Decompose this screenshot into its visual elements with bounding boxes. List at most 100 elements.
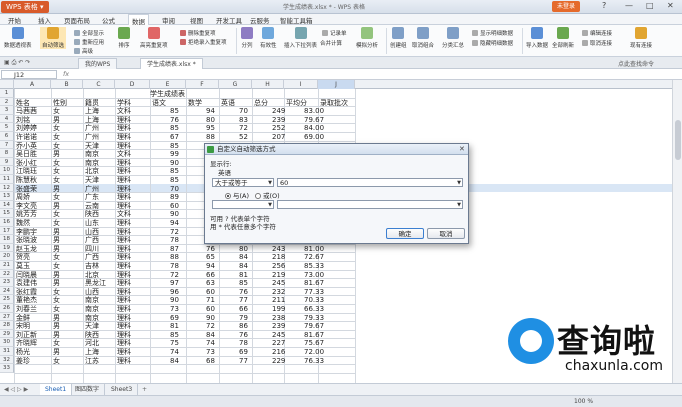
table-cell[interactable]: 85 xyxy=(170,142,179,150)
table-cell[interactable]: 理科 xyxy=(117,331,131,339)
column-header[interactable]: A xyxy=(14,80,51,89)
table-cell[interactable]: 女 xyxy=(53,133,60,141)
text-to-columns-button[interactable]: 分列 xyxy=(241,27,253,49)
table-cell[interactable]: 227 xyxy=(272,339,285,347)
table-cell[interactable]: 理科 xyxy=(117,253,131,261)
group-button[interactable]: 创建组 xyxy=(390,27,407,49)
row-header[interactable]: 32 xyxy=(0,355,14,365)
table-cell[interactable]: 85.33 xyxy=(304,262,324,270)
table-cell[interactable]: 理科 xyxy=(117,357,131,365)
row-header[interactable]: 7 xyxy=(0,140,14,150)
table-cell[interactable]: 76 xyxy=(206,245,215,253)
table-cell[interactable]: 理科 xyxy=(117,314,131,322)
reject-duplicates-button[interactable]: 拒绝录入重复项 xyxy=(180,38,227,46)
pivot-table-button[interactable]: 数据透视表 xyxy=(4,27,32,49)
table-cell[interactable]: 男 xyxy=(53,202,60,210)
sheet-nav-arrows[interactable]: ◀ ◁ ▷ ▶ xyxy=(4,386,28,393)
column-header[interactable]: C xyxy=(83,80,115,89)
existing-connections-button[interactable]: 现有连接 xyxy=(630,27,652,49)
table-cell[interactable]: 63 xyxy=(206,279,215,287)
row-header[interactable]: 15 xyxy=(0,209,14,218)
table-cell[interactable]: 理科 xyxy=(117,133,131,141)
table-cell[interactable]: 85 xyxy=(170,107,179,115)
table-cell[interactable]: 女 xyxy=(53,107,60,115)
header-cell[interactable]: 语文 xyxy=(152,99,166,107)
header-cell[interactable]: 籍贯 xyxy=(85,99,99,107)
menu-home[interactable]: 开始 xyxy=(8,15,21,25)
table-cell[interactable]: 60 xyxy=(206,305,215,313)
table-cell[interactable]: 李鹏宇 xyxy=(16,228,37,236)
menu-smart-tools[interactable]: 智能工具箱 xyxy=(280,15,313,25)
app-menu-button[interactable]: WPS 表格 ▾ xyxy=(1,1,49,13)
table-cell[interactable]: 245 xyxy=(272,331,285,339)
table-cell[interactable]: 90 xyxy=(206,314,215,322)
table-cell[interactable]: 杨光 xyxy=(16,348,30,356)
table-cell[interactable]: 70 xyxy=(239,107,248,115)
row-header[interactable]: 9 xyxy=(0,157,14,167)
ok-button[interactable]: 确定 xyxy=(386,228,424,239)
menu-page-layout[interactable]: 页面布局 xyxy=(64,15,90,25)
table-cell[interactable]: 陕西 xyxy=(85,331,99,339)
validation-button[interactable]: 有效性 xyxy=(260,27,277,49)
table-cell[interactable]: 94 xyxy=(206,107,215,115)
row-header[interactable]: 33 xyxy=(0,364,14,373)
table-cell[interactable]: 90 xyxy=(170,159,179,167)
row-header[interactable]: 11 xyxy=(0,175,14,184)
header-cell[interactable]: 英语 xyxy=(221,99,235,107)
table-cell[interactable]: 232 xyxy=(272,288,285,296)
table-cell[interactable]: 男 xyxy=(53,322,60,330)
table-cell[interactable]: 南京 xyxy=(85,296,99,304)
table-cell[interactable]: 莫玉 xyxy=(16,262,30,270)
menu-cloud[interactable]: 云服务 xyxy=(250,15,270,25)
table-cell[interactable]: 南京 xyxy=(85,159,99,167)
table-cell[interactable]: 北京 xyxy=(85,271,99,279)
advanced-filter-button[interactable]: 高级 xyxy=(74,47,93,55)
row-header[interactable]: 21 xyxy=(0,261,14,270)
row-header[interactable]: 14 xyxy=(0,200,14,210)
table-cell[interactable]: 219 xyxy=(272,271,285,279)
operator-select-2[interactable]: ▼ xyxy=(212,200,274,209)
row-header[interactable]: 13 xyxy=(0,192,14,201)
table-cell[interactable]: 218 xyxy=(272,253,285,261)
table-cell[interactable]: 理科 xyxy=(117,193,131,201)
table-cell[interactable]: 69 xyxy=(170,314,179,322)
reapply-button[interactable]: 重新应用 xyxy=(74,38,104,46)
add-sheet-button[interactable]: + xyxy=(142,386,147,393)
table-cell[interactable]: 女 xyxy=(53,219,60,227)
table-cell[interactable]: 96 xyxy=(170,288,179,296)
row-header[interactable]: 26 xyxy=(0,304,14,313)
header-cell[interactable]: 学科 xyxy=(117,99,131,107)
header-cell[interactable]: 姓名 xyxy=(16,99,30,107)
menu-review[interactable]: 审阅 xyxy=(162,15,175,25)
table-cell[interactable]: 姜珍 xyxy=(16,357,30,365)
table-cell[interactable]: 239 xyxy=(272,116,285,124)
table-cell[interactable]: 88 xyxy=(170,253,179,261)
table-cell[interactable]: 75 xyxy=(170,339,179,347)
table-cell[interactable]: 女 xyxy=(53,210,60,218)
table-cell[interactable]: 理科 xyxy=(117,339,131,347)
and-radio[interactable]: 与(A) xyxy=(225,190,249,200)
table-cell[interactable]: 文科 xyxy=(117,107,131,115)
table-cell[interactable]: 66 xyxy=(239,305,248,313)
table-cell[interactable]: 68 xyxy=(206,357,215,365)
table-cell[interactable]: 77 xyxy=(239,357,248,365)
row-header[interactable]: 24 xyxy=(0,286,14,296)
table-cell[interactable]: 张小红 xyxy=(16,159,37,167)
table-cell[interactable]: 199 xyxy=(272,305,285,313)
table-title[interactable]: 学生成绩表 xyxy=(150,90,185,98)
table-cell[interactable]: 理科 xyxy=(117,322,131,330)
table-cell[interactable]: 吴日胜 xyxy=(16,150,37,158)
menu-insert[interactable]: 插入 xyxy=(38,15,51,25)
sort-button[interactable]: 排序 xyxy=(118,27,130,49)
tab-my-wps[interactable]: 我的WPS xyxy=(78,58,118,69)
table-cell[interactable]: 72 xyxy=(170,271,179,279)
select-all-corner[interactable] xyxy=(0,80,14,89)
table-cell[interactable]: 85 xyxy=(170,124,179,132)
table-cell[interactable]: 72.67 xyxy=(304,253,324,261)
show-detail-button[interactable]: 显示明细数据 xyxy=(472,29,513,37)
table-cell[interactable]: 男 xyxy=(53,314,60,322)
table-cell[interactable]: 256 xyxy=(272,262,285,270)
row-header[interactable]: 30 xyxy=(0,338,14,347)
table-cell[interactable]: 理科 xyxy=(117,245,131,253)
command-search[interactable]: 点此查找命令 xyxy=(618,59,654,68)
